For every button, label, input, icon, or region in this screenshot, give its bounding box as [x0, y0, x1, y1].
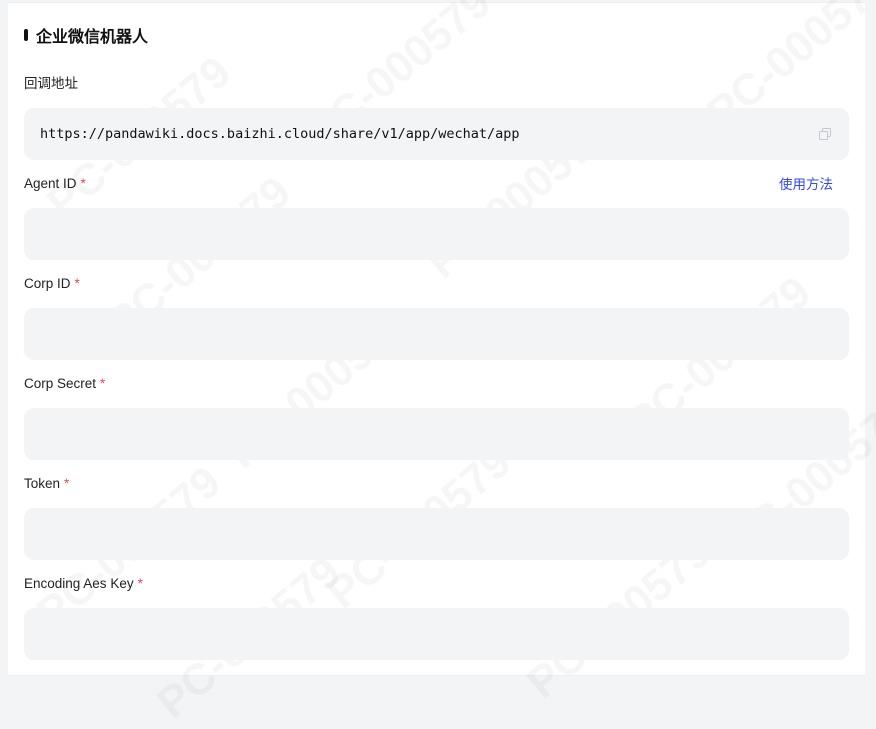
agent-id-input[interactable] — [24, 208, 849, 260]
agent-id-label-text: Agent ID — [24, 176, 77, 191]
callback-url-label: 回调地址 — [24, 76, 78, 91]
encoding-aes-key-input[interactable] — [24, 608, 849, 660]
title-accent-bar — [24, 29, 28, 41]
corp-id-input[interactable] — [24, 308, 849, 360]
required-mark: * — [137, 576, 143, 591]
token-field[interactable] — [24, 508, 849, 560]
agent-id-field[interactable] — [24, 208, 849, 260]
required-mark: * — [100, 376, 106, 391]
wechat-robot-settings-panel: PC-000579 PC-000579 PC-000579 PC-000579 … — [8, 2, 865, 676]
encoding-aes-key-field[interactable] — [24, 608, 849, 660]
corp-id-field[interactable] — [24, 308, 849, 360]
corp-id-label-text: Corp ID — [24, 276, 71, 291]
token-label-text: Token — [24, 476, 61, 491]
token-label: Token * — [24, 474, 69, 494]
corp-secret-label-text: Corp Secret — [24, 376, 97, 391]
callback-url-field: https://pandawiki.docs.baizhi.cloud/shar… — [24, 108, 849, 160]
section-title-text: 企业微信机器人 — [36, 29, 149, 46]
required-mark: * — [64, 476, 70, 491]
agent-id-label: Agent ID * — [24, 174, 86, 194]
copy-icon[interactable] — [819, 128, 831, 140]
usage-guide-link[interactable]: 使用方法 — [779, 175, 833, 195]
token-input[interactable] — [24, 508, 849, 560]
required-mark: * — [80, 176, 86, 191]
required-mark: * — [74, 276, 80, 291]
corp-id-label: Corp ID * — [24, 274, 80, 294]
encoding-aes-key-label: Encoding Aes Key * — [24, 574, 143, 594]
corp-secret-field[interactable] — [24, 408, 849, 460]
encoding-aes-key-label-text: Encoding Aes Key — [24, 576, 134, 591]
corp-secret-input[interactable] — [24, 408, 849, 460]
corp-secret-label: Corp Secret * — [24, 374, 105, 394]
callback-url-value: https://pandawiki.docs.baizhi.cloud/shar… — [40, 126, 520, 142]
section-title: 企业微信机器人 — [24, 23, 148, 47]
